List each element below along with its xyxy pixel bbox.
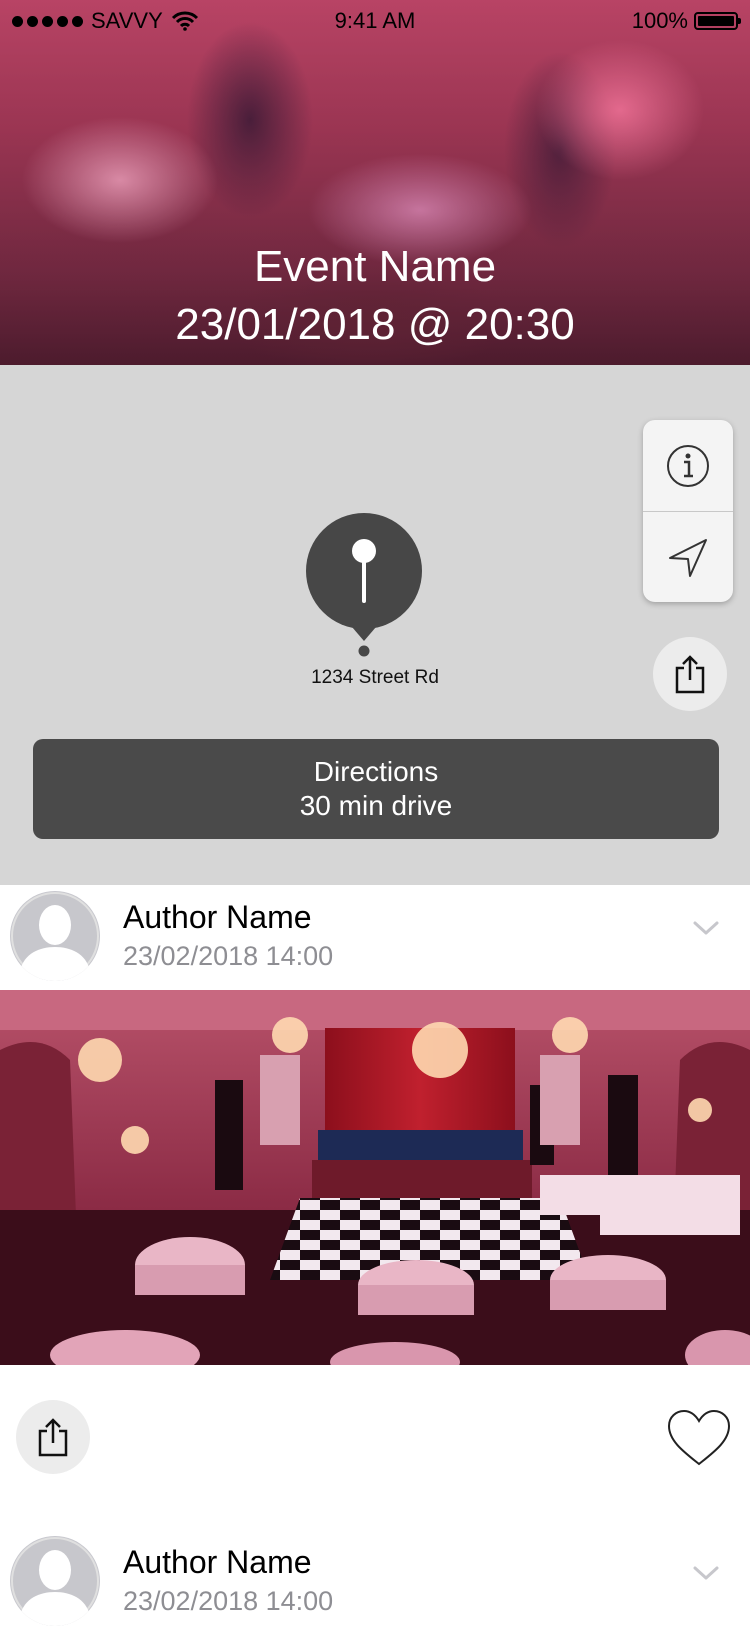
ballroom-photo [0,990,750,1365]
author-name[interactable]: Author Name [123,1544,312,1581]
chevron-down-icon[interactable] [692,915,720,939]
post-date: 23/02/2018 14:00 [123,941,334,971]
post-share-button[interactable] [16,1400,90,1474]
battery-percent: 100% [631,8,688,33]
location-address: 1234 Street Rd [311,667,439,688]
location-pin-icon[interactable] [303,513,425,663]
navigation-arrow-icon [669,538,707,577]
navigate-button[interactable] [643,511,733,602]
post-header: Author Name 23/02/2018 14:00 [0,1530,750,1630]
user-placeholder-icon [11,1537,99,1626]
user-placeholder-icon [11,892,99,981]
post-image[interactable] [0,990,750,1365]
avatar[interactable] [10,891,100,981]
avatar[interactable] [10,1536,100,1626]
post-date: 23/02/2018 14:00 [123,1586,334,1616]
status-bar: SAVVY 9:41 AM 100% [0,0,750,40]
info-button[interactable] [643,420,733,511]
map-controls [643,420,733,602]
post-actions [0,1400,750,1480]
author-name[interactable]: Author Name [123,899,312,936]
share-icon [38,1418,68,1457]
directions-button[interactable]: Directions 30 min drive [33,739,719,839]
battery-status: 100% [631,8,741,34]
drive-time: 30 min drive [299,790,453,821]
directions-label: Directions [313,756,439,787]
chevron-down-icon[interactable] [692,1560,720,1584]
post-header: Author Name 23/02/2018 14:00 [0,885,750,985]
map-view[interactable]: 1234 Street Rd Directions 30 min drive [0,365,750,885]
battery-icon [694,12,741,30]
event-datetime: 23/01/2018 @ 20:30 [175,300,575,349]
info-icon [667,444,709,487]
heart-icon[interactable] [666,1408,732,1468]
event-title: Event Name [253,242,497,291]
